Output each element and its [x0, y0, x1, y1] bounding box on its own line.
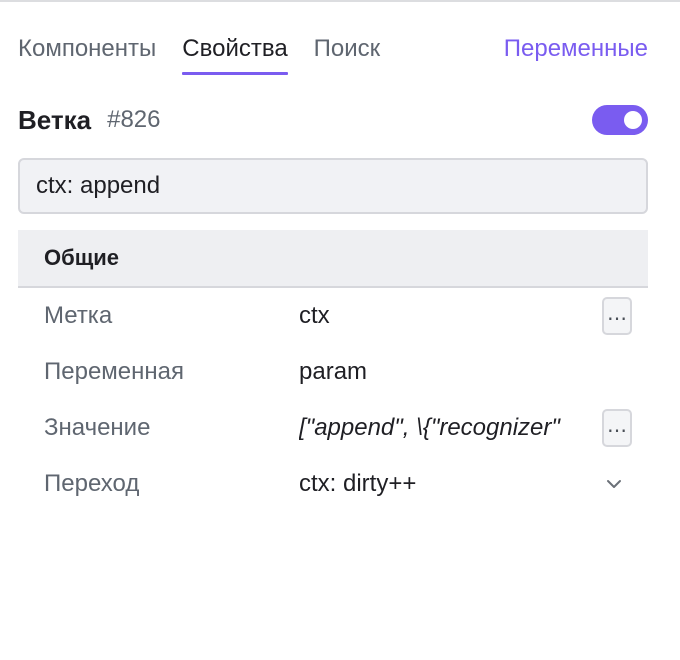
- toggle-knob-icon: [624, 111, 642, 129]
- property-label: Переход: [44, 470, 140, 497]
- property-value[interactable]: param: [299, 358, 579, 386]
- node-type-title: Ветка: [18, 104, 92, 135]
- property-value[interactable]: ctx: [299, 302, 579, 330]
- chevron-down-icon[interactable]: [604, 474, 624, 494]
- properties-list: Метка ctx … Переменная param Значение ["…: [18, 288, 648, 512]
- node-id: #826: [107, 106, 161, 133]
- property-label: Значение: [44, 414, 151, 441]
- enabled-toggle[interactable]: [592, 105, 648, 135]
- more-options-button[interactable]: …: [602, 409, 632, 447]
- tab-properties[interactable]: Свойства: [182, 24, 289, 75]
- property-row-variable: Переменная param: [18, 344, 648, 400]
- tab-variables[interactable]: Переменные: [504, 24, 648, 74]
- property-row-transition[interactable]: Переход ctx: dirty++: [18, 456, 648, 512]
- section-general-header[interactable]: Общие: [18, 230, 648, 288]
- properties-panel: Компоненты Свойства Поиск Переменные Вет…: [0, 0, 680, 660]
- property-row-label: Метка ctx …: [18, 288, 648, 344]
- property-label: Переменная: [44, 358, 184, 385]
- section-title: Общие: [44, 245, 120, 270]
- tab-components[interactable]: Компоненты: [18, 24, 156, 74]
- property-label: Метка: [44, 302, 113, 329]
- node-name-input[interactable]: [18, 158, 648, 214]
- more-options-button[interactable]: …: [602, 297, 632, 335]
- property-row-value: Значение ["append", \{"recognizer" …: [18, 400, 648, 456]
- panel-tabs: Компоненты Свойства Поиск Переменные: [18, 24, 648, 76]
- node-header: Ветка #826: [18, 102, 648, 138]
- property-value[interactable]: ["append", \{"recognizer": [299, 414, 579, 442]
- property-value[interactable]: ctx: dirty++: [299, 470, 579, 498]
- tab-search[interactable]: Поиск: [314, 24, 381, 74]
